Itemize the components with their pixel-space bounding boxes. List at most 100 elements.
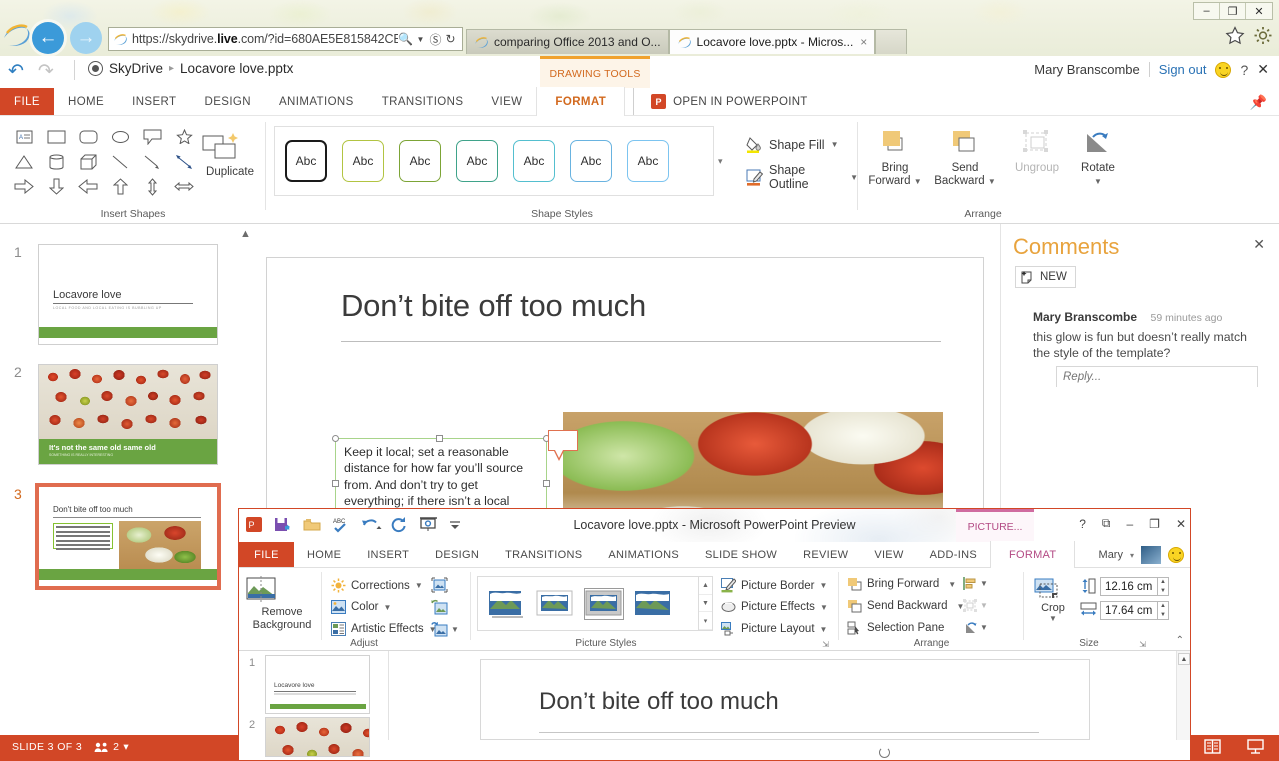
shape-height-field[interactable]: 12.16 cm — [1100, 577, 1158, 596]
chevron-down-icon[interactable]: ▼ — [820, 581, 828, 590]
compress-pictures-button[interactable] — [431, 577, 448, 593]
breadcrumb-root[interactable]: SkyDrive — [109, 61, 163, 76]
gallery-scroll-down-icon[interactable]: ▼ — [699, 595, 712, 613]
thumbnail-frame[interactable]: It's not the same old same old SOMETHING… — [38, 364, 218, 465]
ppt-send-backward-button[interactable]: Send Backward ▼ — [847, 599, 964, 613]
refresh-icon[interactable]: ↻ — [443, 32, 458, 46]
size-dialog-launcher[interactable]: ⇲ — [1139, 640, 1146, 649]
forward-button[interactable]: → — [70, 22, 102, 54]
feedback-smiley-icon[interactable] — [1168, 547, 1184, 563]
shape-style-3[interactable]: Abc — [399, 140, 441, 182]
thumbnail-frame-selected[interactable]: Don't bite off too much — [38, 486, 218, 587]
breadcrumb-file[interactable]: Locavore love.pptx — [180, 61, 293, 76]
resize-handle-ml[interactable] — [332, 480, 339, 487]
people-count-button[interactable]: 2 ▾ — [94, 741, 129, 753]
ppt-slide-thumbnails[interactable]: 1 Locavore love 2 — [239, 651, 389, 740]
cylinder-icon[interactable] — [40, 149, 72, 174]
chevron-down-icon[interactable]: ▼ — [415, 581, 423, 590]
ppt-tab-file[interactable]: FILE — [239, 542, 294, 567]
artistic-effects-button[interactable]: Artistic Effects ▼ — [331, 622, 437, 636]
ppt-scroll-up-icon[interactable]: ▲ — [1178, 653, 1190, 665]
picture-layout-button[interactable]: Picture Layout ▼ — [721, 622, 827, 636]
cube-icon[interactable] — [72, 149, 104, 174]
webapp-slide-thumbnails[interactable]: 1 Locavore love LOCAL FOOD AND LOCAL EAT… — [0, 224, 238, 735]
open-in-powerpoint-button[interactable]: P OPEN IN POWERPOINT — [633, 88, 807, 115]
ppt-account-area[interactable]: Mary ▾ — [1099, 546, 1184, 564]
ppt-title-bar[interactable]: P ABC Locavore love.pptx — [239, 509, 1190, 542]
crop-menu-chevron-icon[interactable]: ▼ — [1030, 614, 1076, 623]
double-arrow-line-icon[interactable] — [168, 149, 200, 174]
corrections-button[interactable]: Corrections ▼ — [331, 578, 423, 593]
slideshow-view-icon[interactable] — [1246, 738, 1265, 755]
up-down-arrow-icon[interactable] — [136, 174, 168, 199]
send-backward-button[interactable]: SendBackward ▼ — [934, 128, 996, 188]
shape-width-field[interactable]: 17.64 cm — [1100, 601, 1158, 620]
thumbnail-slide-1[interactable]: 1 Locavore love LOCAL FOOD AND LOCAL EAT… — [0, 244, 238, 349]
ppt-rotate-button[interactable]: ▼ — [963, 621, 988, 634]
browser-toolbar-icons[interactable] — [1225, 26, 1273, 45]
thumbnail-frame[interactable]: Locavore love LOCAL FOOD AND LOCAL EATIN… — [38, 244, 218, 345]
thumbnail-slide-2[interactable]: 2 It's not the same old same old SOMETHI… — [0, 364, 238, 469]
redo-icon[interactable]: ↷ — [38, 60, 54, 83]
stepper-down-icon[interactable]: ▼ — [1158, 611, 1168, 620]
tab-transitions[interactable]: TRANSITIONS — [368, 88, 478, 115]
comment-reply-box[interactable] — [1056, 366, 1258, 387]
crop-button[interactable]: Crop ▼ — [1030, 576, 1076, 623]
chevron-down-icon[interactable]: ▾ — [123, 741, 129, 753]
ppt-thumb-frame[interactable]: Locavore love — [265, 655, 370, 714]
chevron-down-icon[interactable]: ▼ — [820, 603, 828, 612]
tab-home[interactable]: HOME — [54, 88, 118, 115]
tab-format[interactable]: FORMAT — [536, 87, 625, 116]
change-picture-button[interactable] — [431, 599, 448, 615]
up-arrow-icon[interactable] — [104, 174, 136, 199]
address-bar[interactable]: https://skydrive.live.com/?id=680AE5E815… — [108, 27, 463, 51]
align-button[interactable]: ▼ — [963, 577, 988, 590]
sign-out-link[interactable]: Sign out — [1159, 62, 1207, 77]
webapp-user-area[interactable]: Mary Branscombe Sign out ? ✕ — [1034, 61, 1269, 78]
shape-style-2[interactable]: Abc — [342, 140, 384, 182]
shape-width-stepper[interactable]: ▲▼ — [1158, 601, 1169, 620]
shape-styles-gallery[interactable]: Abc Abc Abc Abc Abc Abc Abc — [274, 126, 714, 196]
gear-icon[interactable] — [1253, 26, 1273, 45]
remove-background-button[interactable]: RemoveBackground — [245, 576, 319, 632]
browser-tab-1[interactable]: comparing Office 2013 and O... — [466, 29, 669, 54]
slide-title[interactable]: Don’t bite off too much — [341, 288, 646, 324]
line-icon[interactable] — [104, 149, 136, 174]
ppt-tab-home[interactable]: HOME — [294, 542, 354, 567]
stepper-down-icon[interactable]: ▼ — [1158, 587, 1168, 596]
undo-icon[interactable]: ↶ — [8, 60, 24, 83]
ppt-tab-format[interactable]: FORMAT — [990, 541, 1075, 568]
chevron-down-icon[interactable]: ▾ — [1130, 551, 1134, 560]
minimize-button[interactable]: – — [1194, 3, 1220, 19]
resize-handle-tc[interactable] — [436, 435, 443, 442]
ppt-tab-slide-show[interactable]: SLIDE SHOW — [692, 542, 790, 567]
rounded-rectangle-icon[interactable] — [72, 124, 104, 149]
shape-fill-button[interactable]: Shape Fill ▼ — [746, 136, 839, 153]
resize-handle-tl[interactable] — [332, 435, 339, 442]
close-tab-icon[interactable]: × — [860, 35, 867, 49]
chevron-down-icon[interactable]: ▼ — [383, 603, 391, 612]
search-icon[interactable]: 🔍 — [398, 32, 413, 46]
shape-style-1[interactable]: Abc — [285, 140, 327, 182]
chevron-down-icon[interactable]: ▼ — [948, 580, 956, 589]
picture-styles-dialog-launcher[interactable]: ⇲ — [822, 640, 829, 649]
tab-animations[interactable]: ANIMATIONS — [265, 88, 368, 115]
rotate-button[interactable]: Rotate▼ — [1070, 128, 1126, 188]
chevron-down-icon[interactable]: ▼ — [980, 623, 988, 632]
arrow-line-icon[interactable] — [136, 149, 168, 174]
ppt-vertical-scrollbar[interactable]: ▲ — [1176, 651, 1190, 740]
stepper-up-icon[interactable]: ▲ — [1158, 602, 1168, 611]
ppt-window-controls[interactable]: ? ⧉ – ❐ ✕ — [1079, 516, 1186, 531]
close-icon[interactable]: ✕ — [1257, 61, 1269, 78]
picture-style-3-selected[interactable] — [585, 589, 623, 619]
chevron-down-icon[interactable]: ▼ — [980, 579, 988, 588]
ppt-tab-review[interactable]: REVIEW — [790, 542, 861, 567]
scroll-up-icon[interactable]: ▲ — [240, 228, 251, 240]
bring-forward-button[interactable]: BringForward ▼ — [864, 128, 926, 188]
shape-gallery[interactable]: A — [8, 124, 200, 199]
picture-effects-button[interactable]: Picture Effects ▼ — [721, 600, 828, 614]
ppt-bring-forward-button[interactable]: Bring Forward ▼ — [847, 577, 956, 591]
feedback-smiley-icon[interactable] — [1215, 62, 1231, 78]
pin-ribbon-icon[interactable]: 📌 — [1250, 94, 1267, 111]
ppt-slide-page[interactable]: Don’t bite off too much — [480, 659, 1090, 740]
